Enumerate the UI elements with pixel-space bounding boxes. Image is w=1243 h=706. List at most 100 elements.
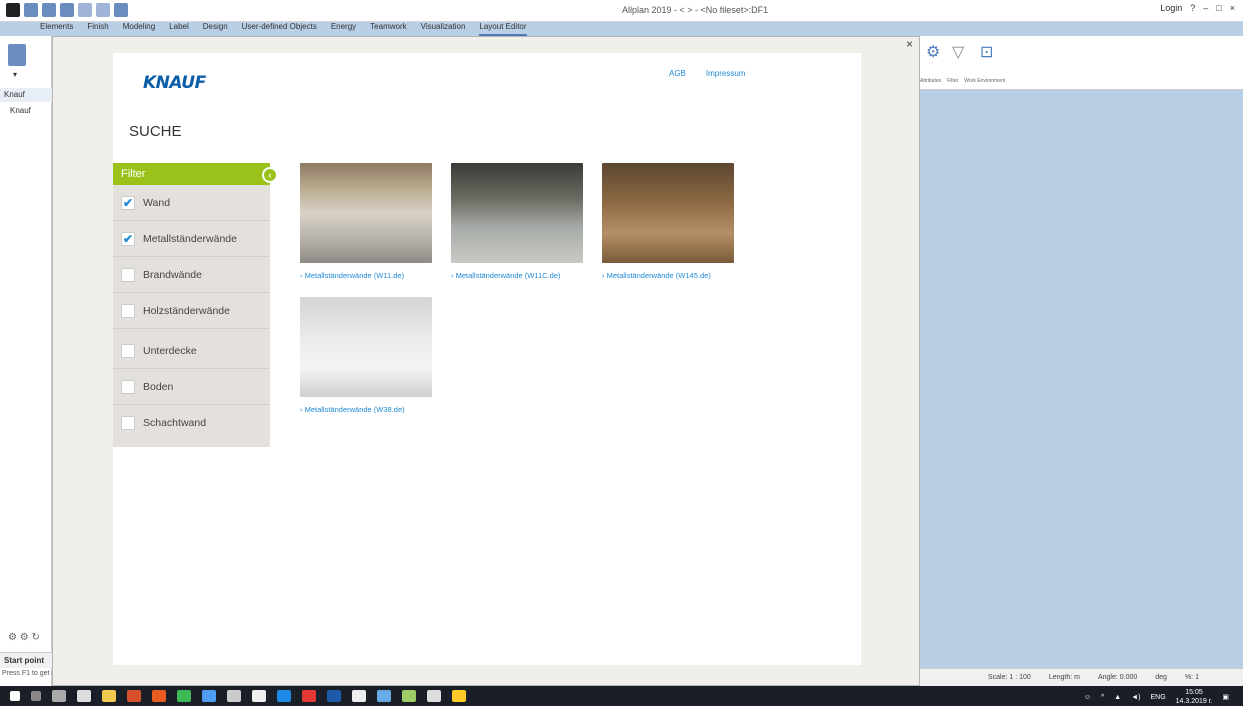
allplan-icon[interactable] [352, 690, 366, 702]
open-icon[interactable] [42, 3, 56, 17]
office-icon[interactable] [152, 690, 166, 702]
result-image[interactable] [300, 297, 432, 397]
mail-icon[interactable] [77, 690, 91, 702]
percent-field[interactable]: %: 1 [1185, 674, 1199, 681]
minimize-button[interactable]: – [1203, 3, 1208, 13]
pdf-icon[interactable] [302, 690, 316, 702]
library-icon[interactable] [8, 44, 26, 66]
redo-icon[interactable] [96, 3, 110, 17]
result-card[interactable]: › Metallständerwände (W11.de) [300, 163, 434, 280]
app-menu-icon[interactable] [6, 3, 20, 17]
app-icon[interactable] [402, 690, 416, 702]
checkbox[interactable] [121, 303, 135, 318]
skype-icon[interactable] [277, 690, 291, 702]
tab-visualization[interactable]: Visualization [421, 22, 466, 36]
filter-item-metallstaenderwaende[interactable]: ✔ Metallständerwände [113, 221, 270, 257]
checkbox-checked[interactable]: ✔ [121, 195, 135, 210]
app-icon[interactable] [127, 690, 141, 702]
checkbox[interactable] [121, 379, 135, 394]
angle-field[interactable]: Angle: 0.000 [1098, 674, 1137, 681]
agb-link[interactable]: AGB [669, 69, 686, 78]
terminal-icon[interactable] [227, 690, 241, 702]
result-card[interactable]: › Metallständerwände (W145.de) [602, 163, 736, 280]
tab-modeling[interactable]: Modeling [123, 22, 155, 36]
result-link[interactable]: › Metallständerwände (W11.de) [300, 271, 434, 280]
app-icon[interactable] [377, 690, 391, 702]
people-icon[interactable]: ☺ [1084, 694, 1091, 701]
tab-elements[interactable]: Elements [40, 22, 73, 36]
app-icon[interactable] [202, 690, 216, 702]
tab-design[interactable]: Design [203, 22, 228, 36]
tray-chevron-icon[interactable]: ^ [1101, 694, 1104, 701]
login-button[interactable]: Login [1160, 3, 1182, 13]
right-ribbon: ⚙ ▽ ⊡ Attributes Filter Work Environment [920, 36, 1243, 90]
clock-date: 14.3.2019 г. [1175, 698, 1213, 705]
result-image[interactable] [300, 163, 432, 263]
filter-item-wand[interactable]: ✔ Wand [113, 185, 270, 221]
result-link-label: Metallständerwände (W11.de) [304, 271, 405, 280]
palette-tools-icon[interactable]: ⚙ ⚙ ↻ [8, 632, 40, 643]
file-explorer-icon[interactable] [102, 690, 116, 702]
filter-item-schachtwand[interactable]: Schachtwand [113, 405, 270, 441]
tab-teamwork[interactable]: Teamwork [370, 22, 406, 36]
language-indicator[interactable]: ENG [1150, 694, 1165, 701]
filter-item-brandwaende[interactable]: Brandwände [113, 257, 270, 293]
allplan-icon[interactable] [252, 690, 266, 702]
filter-header: Filter ‹ [113, 163, 278, 185]
undo-icon[interactable] [78, 3, 92, 17]
chevron-down-icon[interactable]: ▾ [13, 70, 17, 79]
start-icon[interactable] [10, 691, 20, 701]
network-icon[interactable]: ▲ [1114, 694, 1121, 701]
task-view-icon[interactable] [52, 690, 66, 702]
checkbox[interactable] [121, 267, 135, 282]
clock[interactable]: 15:05 14.3.2019 г. [1176, 688, 1213, 706]
notification-icon[interactable]: ▣ [1222, 693, 1229, 701]
photos-icon[interactable] [427, 690, 441, 702]
tab-user-defined-objects[interactable]: User-defined Objects [242, 22, 317, 36]
collapse-icon[interactable]: ‹ [262, 167, 278, 183]
tab-layout-editor[interactable]: Layout Editor [479, 22, 527, 36]
top-links: AGB Impressum [669, 69, 745, 78]
new-icon[interactable] [24, 3, 38, 17]
help-icon[interactable]: ? [1190, 3, 1195, 13]
word-icon[interactable] [327, 690, 341, 702]
close-icon[interactable]: × [906, 37, 913, 51]
taskbar: ☺ ^ ▲ ◄) ENG 15:05 14.3.2019 г. ▣ [0, 686, 1243, 706]
save-icon[interactable] [60, 3, 74, 17]
checkbox[interactable] [121, 343, 135, 358]
knauf-dialog: × KNAUF AGB Impressum SUCHE Filter ‹ ✔ W… [52, 36, 920, 686]
result-link-label: Metallständerwände (W145.de) [606, 271, 711, 280]
volume-icon[interactable]: ◄) [1131, 694, 1140, 701]
attributes-icon[interactable]: ⚙ [926, 42, 940, 62]
tab-finish[interactable]: Finish [87, 22, 108, 36]
tab-label[interactable]: Label [169, 22, 189, 36]
work-environment-icon[interactable]: ⊡ [980, 42, 993, 62]
filter-item-label: Schachtwand [143, 417, 207, 429]
length-field[interactable]: Length: m [1049, 674, 1080, 681]
result-image[interactable] [602, 163, 734, 263]
result-card[interactable]: › Metallständerwände (W38.de) [300, 297, 434, 414]
result-link[interactable]: › Metallständerwände (W38.de) [300, 405, 434, 414]
tools-icon[interactable] [114, 3, 128, 17]
app-icon[interactable] [452, 690, 466, 702]
chrome-icon[interactable] [177, 690, 191, 702]
filter-label: Filter [947, 78, 959, 84]
filter-item-boden[interactable]: Boden [113, 369, 270, 405]
filter-icon[interactable]: ▽ [952, 42, 964, 62]
checkbox-checked[interactable]: ✔ [121, 231, 135, 246]
impressum-link[interactable]: Impressum [706, 69, 746, 78]
tab-energy[interactable]: Energy [331, 22, 356, 36]
maximize-button[interactable]: □ [1216, 3, 1221, 13]
scale-field[interactable]: Scale: 1 : 100 [988, 674, 1031, 681]
result-link[interactable]: › Metallständerwände (W11C.de) [451, 271, 585, 280]
result-card[interactable]: › Metallständerwände (W11C.de) [451, 163, 585, 280]
result-link[interactable]: › Metallständerwände (W145.de) [602, 271, 736, 280]
checkbox[interactable] [121, 416, 135, 430]
filter-item-holzstaenderwaende[interactable]: Holzständerwände [113, 293, 270, 329]
result-image[interactable] [451, 163, 583, 263]
title-right-controls: Login ? – □ × [1160, 3, 1235, 13]
palette-item[interactable]: Knauf [10, 106, 31, 115]
close-app-button[interactable]: × [1230, 3, 1235, 13]
search-icon[interactable] [31, 691, 41, 701]
filter-item-unterdecke[interactable]: Unterdecke [113, 333, 270, 369]
